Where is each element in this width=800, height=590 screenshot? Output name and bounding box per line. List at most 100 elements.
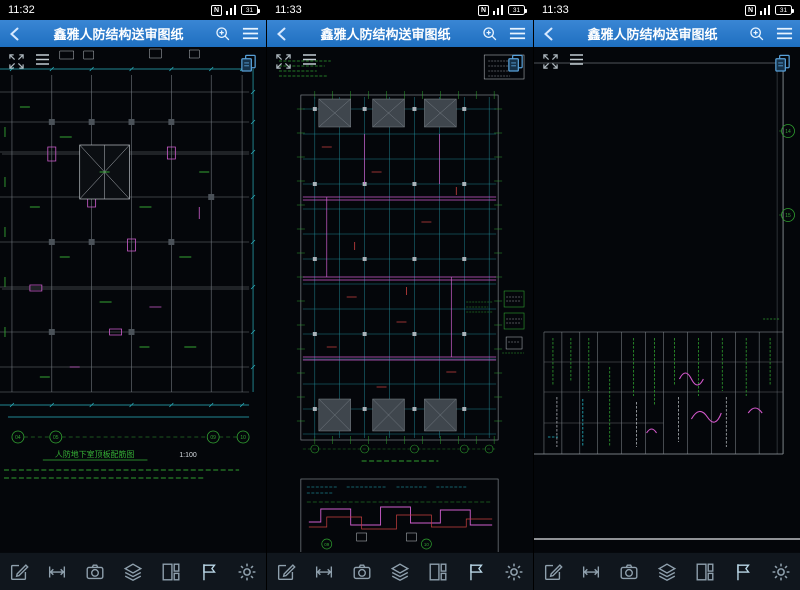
back-chevron-icon[interactable] xyxy=(7,26,23,42)
flag-button[interactable] xyxy=(728,557,758,587)
column-grid xyxy=(303,97,496,438)
expand-icon[interactable] xyxy=(275,53,292,70)
svg-text:04: 04 xyxy=(15,435,21,441)
app-header: 鑫雅人防结构送审图纸 xyxy=(534,20,800,47)
slab-hatch xyxy=(319,99,456,431)
sheet-copy-icon[interactable] xyxy=(239,53,258,72)
svg-text:09: 09 xyxy=(324,542,329,547)
second-drawing: 09 10 xyxy=(301,479,498,552)
expand-icon[interactable] xyxy=(542,53,559,70)
phone-screen-2: 11:33 N 31 鑫雅人防结构送审图纸 xyxy=(266,0,533,590)
sheet-copy-icon[interactable] xyxy=(773,53,792,72)
settings-button[interactable] xyxy=(499,557,529,587)
menu-icon[interactable] xyxy=(776,26,793,41)
app-header: 鑫雅人防结构送审图纸 xyxy=(267,20,533,47)
structural-grid xyxy=(0,75,249,392)
clock: 11:33 xyxy=(275,4,302,16)
nfc-icon: N xyxy=(745,5,756,16)
menu-icon[interactable] xyxy=(509,26,526,41)
camera-button[interactable] xyxy=(347,557,377,587)
svg-text:10: 10 xyxy=(424,542,429,547)
settings-button[interactable] xyxy=(232,557,262,587)
title-block-table xyxy=(544,332,783,454)
roof-slab-reinforcement-plan: 04 05 09 10 人防地下室顶板配筋图 1:100 xyxy=(0,47,266,552)
canvas-menu-icon[interactable] xyxy=(35,53,50,66)
floor-plan-long-drawing: 09 10 xyxy=(267,47,533,552)
top-detail-boxes xyxy=(60,49,199,59)
zoom-search-icon[interactable] xyxy=(214,25,231,42)
signature-marks xyxy=(647,373,763,433)
settings-button[interactable] xyxy=(766,557,796,587)
perimeter-ticks xyxy=(297,91,502,444)
side-details xyxy=(466,291,524,353)
bottom-toolbar xyxy=(534,552,800,590)
measure-button[interactable] xyxy=(309,557,339,587)
back-chevron-icon[interactable] xyxy=(541,26,557,42)
back-chevron-icon[interactable] xyxy=(274,26,290,42)
svg-text:05: 05 xyxy=(53,435,59,441)
flag-button[interactable] xyxy=(461,557,491,587)
camera-button[interactable] xyxy=(80,557,110,587)
camera-button[interactable] xyxy=(614,557,644,587)
page-title: 鑫雅人防结构送审图纸 xyxy=(29,24,208,43)
edit-button[interactable] xyxy=(4,557,34,587)
clock: 11:32 xyxy=(8,4,35,16)
canvas-menu-icon[interactable] xyxy=(302,53,317,66)
battery-icon: 31 xyxy=(241,5,258,15)
status-bar: 11:33 N 31 xyxy=(267,0,533,20)
status-bar: 11:32 N 31 xyxy=(0,0,266,20)
three-phone-screenshots: 11:32 N 31 鑫雅人防结构送审图纸 xyxy=(0,0,800,590)
nfc-icon: N xyxy=(211,5,222,16)
phone-screen-3: 11:33 N 31 鑫雅人防结构送审图纸 xyxy=(533,0,800,590)
title-block-sheet: 14 15 xyxy=(534,47,800,552)
edit-button[interactable] xyxy=(271,557,301,587)
svg-text:15: 15 xyxy=(785,213,791,219)
cad-viewport-1[interactable]: 04 05 09 10 人防地下室顶板配筋图 1:100 xyxy=(0,47,266,552)
page-title: 鑫雅人防结构送审图纸 xyxy=(563,24,742,43)
signal-icon xyxy=(226,5,237,15)
flag-button[interactable] xyxy=(194,557,224,587)
zoom-search-icon[interactable] xyxy=(748,25,765,42)
status-bar: 11:33 N 31 xyxy=(534,0,800,20)
svg-text:09: 09 xyxy=(210,435,216,441)
svg-text:10: 10 xyxy=(240,435,246,441)
viewport-button[interactable] xyxy=(690,557,720,587)
battery-icon: 31 xyxy=(775,5,792,15)
measure-button[interactable] xyxy=(42,557,72,587)
sheet-copy-icon[interactable] xyxy=(506,53,525,72)
svg-text:14: 14 xyxy=(785,129,791,135)
slab-blocks xyxy=(319,99,456,431)
layers-button[interactable] xyxy=(118,557,148,587)
table-text-columns xyxy=(553,338,770,447)
expand-icon[interactable] xyxy=(8,53,25,70)
layers-button[interactable] xyxy=(385,557,415,587)
cad-viewport-2[interactable]: 09 10 xyxy=(267,47,533,552)
app-header: 鑫雅人防结构送审图纸 xyxy=(0,20,266,47)
battery-icon: 31 xyxy=(508,5,525,15)
rebar-marks xyxy=(322,147,456,387)
menu-icon[interactable] xyxy=(242,26,259,41)
drawing-scale: 1:100 xyxy=(179,452,197,459)
cad-viewport-3[interactable]: 14 15 xyxy=(534,47,800,552)
bottom-toolbar xyxy=(0,552,266,590)
sheet-border xyxy=(534,63,783,454)
table-text-white xyxy=(557,397,726,447)
signal-icon xyxy=(493,5,504,15)
layers-button[interactable] xyxy=(652,557,682,587)
beam-lines xyxy=(303,134,496,360)
drawing-caption: 人防地下室顶板配筋图 xyxy=(55,449,135,459)
axis-bubbles xyxy=(303,445,496,453)
zoom-search-icon[interactable] xyxy=(481,25,498,42)
measure-button[interactable] xyxy=(576,557,606,587)
canvas-menu-icon[interactable] xyxy=(569,53,584,66)
phone-screen-1: 11:32 N 31 鑫雅人防结构送审图纸 xyxy=(0,0,266,590)
nfc-icon: N xyxy=(478,5,489,16)
edit-button[interactable] xyxy=(538,557,568,587)
signal-icon xyxy=(760,5,771,15)
bottom-toolbar xyxy=(267,552,533,590)
axis-bubbles xyxy=(779,125,794,222)
viewport-button[interactable] xyxy=(423,557,453,587)
notes-text-lines xyxy=(4,470,239,478)
page-title: 鑫雅人防结构送审图纸 xyxy=(296,24,475,43)
viewport-button[interactable] xyxy=(156,557,186,587)
